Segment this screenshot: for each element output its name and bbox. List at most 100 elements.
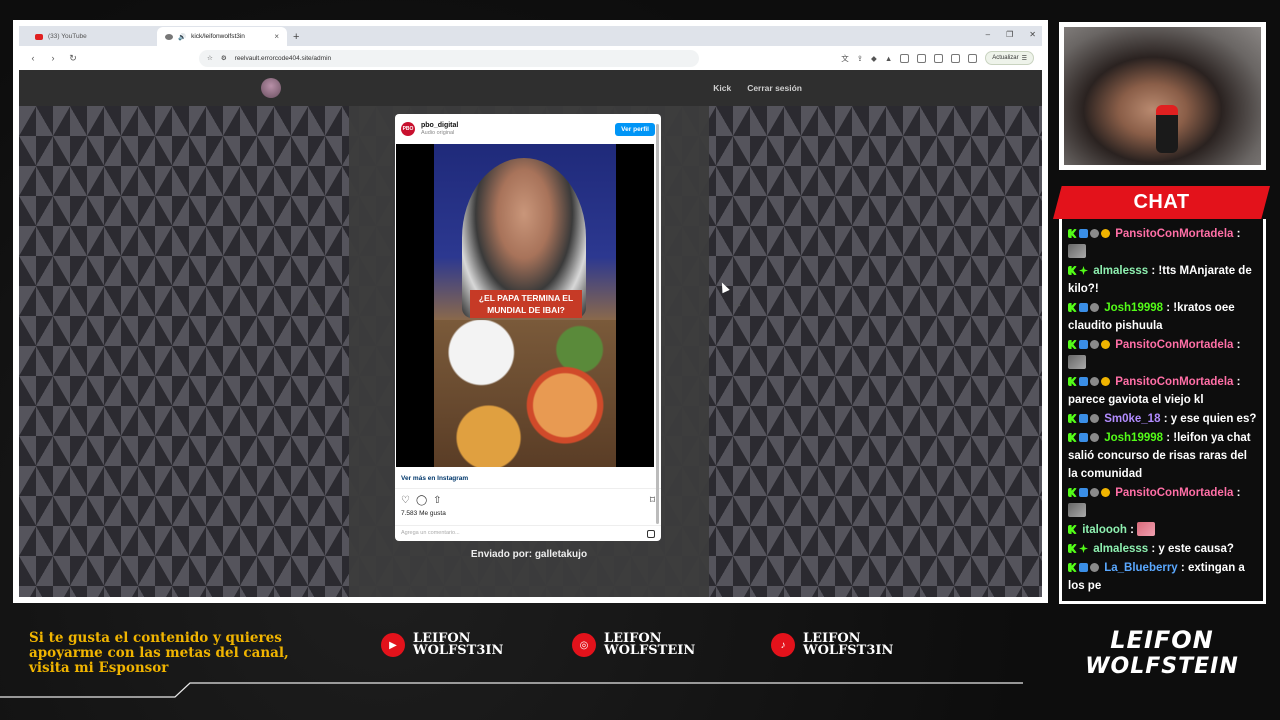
ig-user-block: pbo_digital Audio original <box>421 122 458 136</box>
browser-toolbar: ‹ › ↻ ☆ ⚙ reelvault.errorcode404.site/ad… <box>19 46 1042 70</box>
instagram-logo-icon[interactable] <box>647 530 655 538</box>
address-bar[interactable]: ☆ ⚙ reelvault.errorcode404.site/admin <box>199 49 699 67</box>
ig-header: PBO pbo_digital Audio original Ver perfi… <box>395 114 661 144</box>
chat-username[interactable]: Josh19998 <box>1104 432 1163 444</box>
social-line2: WOLFST3IN <box>413 643 504 658</box>
ig-avatar[interactable]: PBO <box>401 122 415 136</box>
update-button[interactable]: Actualizar ☰ <box>985 51 1034 65</box>
site-logo-avatar[interactable] <box>261 78 281 98</box>
emote-icon <box>1137 522 1156 536</box>
social-label: LEIFON WOLFST3IN <box>803 632 913 657</box>
prev-arrow-icon[interactable]: ← <box>311 296 323 310</box>
youtube-icon: ▶ <box>381 633 405 657</box>
sidebar-icon[interactable] <box>951 53 961 63</box>
translate-icon[interactable]: 文 <box>841 53 849 64</box>
extension-icon[interactable] <box>917 53 927 63</box>
view-profile-button[interactable]: Ver perfil <box>615 122 655 136</box>
logo-line1: LEIFON <box>1110 626 1214 654</box>
kick-favicon-icon <box>165 33 173 40</box>
kick-badge-icon <box>1068 340 1077 349</box>
back-icon[interactable]: ‹ <box>27 53 39 63</box>
sub-badge-icon <box>1090 303 1099 312</box>
chat-message: Sm0ke_18 : y ese quien es? <box>1068 410 1257 428</box>
social-label: LEIFON WOLFST3IN <box>413 632 523 658</box>
comment-placeholder: Agrega un comentario... <box>401 530 460 536</box>
kick-badge-icon <box>1068 266 1077 275</box>
chat-username[interactable]: PansitoConMortadela <box>1115 487 1233 499</box>
chat-username[interactable]: Sm0ke_18 <box>1104 413 1160 425</box>
restore-icon[interactable]: ❐ <box>1006 30 1013 39</box>
kick-badge-icon <box>1068 229 1077 238</box>
chat-text: : <box>1130 524 1134 536</box>
verified-badge-icon <box>1079 340 1088 349</box>
verified-badge-icon <box>1079 303 1088 312</box>
next-arrow-icon[interactable]: → <box>731 296 743 310</box>
kick-badge-icon <box>1068 377 1077 386</box>
menu-icon: ☰ <box>1021 55 1027 62</box>
emote-icon <box>1068 355 1086 369</box>
ig-video[interactable]: ¿EL PAPA TERMINA EL MUNDIAL DE IBAI? <box>396 144 654 467</box>
share-icon[interactable]: ⇧ <box>433 495 441 506</box>
sub-badge-icon <box>1090 414 1099 423</box>
comment-field[interactable]: Agrega un comentario... <box>395 525 661 541</box>
video-caption: ¿EL PAPA TERMINA EL MUNDIAL DE IBAI? <box>470 290 582 318</box>
emote-icon <box>1068 503 1086 517</box>
chat-username[interactable]: italoooh <box>1082 524 1127 536</box>
tab-strip: (33) YouTube 🔊 kick/leifonwolfst3in × + … <box>19 26 1042 46</box>
like-icon[interactable]: ♡ <box>401 495 410 506</box>
ig-username[interactable]: pbo_digital <box>421 122 458 130</box>
chat-username[interactable]: PansitoConMortadela <box>1115 228 1233 240</box>
forward-icon[interactable]: › <box>47 53 59 63</box>
chat-username[interactable]: almalesss <box>1093 265 1148 277</box>
video-food <box>434 320 616 467</box>
brave-rewards-icon[interactable]: ▲ <box>885 54 892 63</box>
embed-scrollbar[interactable] <box>656 124 659 524</box>
brave-shield-icon[interactable]: ◆ <box>871 54 877 63</box>
extension-icon[interactable] <box>934 53 944 63</box>
gifter-badge-icon <box>1101 229 1110 238</box>
chat-username[interactable]: La_Blueberry <box>1104 562 1178 574</box>
update-label: Actualizar <box>992 55 1019 61</box>
sub-badge-icon <box>1090 563 1099 572</box>
close-window-icon[interactable]: ✕ <box>1029 30 1036 39</box>
sub-badge-icon <box>1090 433 1099 442</box>
footer-divider <box>0 682 1023 698</box>
logo-line2: WOLFSTEIN <box>1085 654 1239 679</box>
site-header: Kick Cerrar sesión <box>19 70 1042 106</box>
nav-kick-link[interactable]: Kick <box>713 83 731 93</box>
chat-username[interactable]: Josh19998 <box>1104 302 1163 314</box>
reload-icon[interactable]: ↻ <box>67 53 79 64</box>
bookmark-icon[interactable]: ☆ <box>207 54 213 62</box>
social-instagram: ◎ LEIFON WOLFSTEIN <box>572 632 714 657</box>
comment-icon[interactable]: ◯ <box>416 495 427 506</box>
chat-message: italoooh : <box>1068 521 1257 539</box>
extension-icon[interactable] <box>900 53 910 63</box>
share-icon[interactable]: ⇪ <box>857 54 863 63</box>
tab-kick[interactable]: 🔊 kick/leifonwolfst3in × <box>157 27 287 46</box>
minimize-icon[interactable]: – <box>986 30 990 39</box>
chat-username[interactable]: PansitoConMortadela <box>1115 339 1233 351</box>
kick-badge-icon <box>1068 414 1077 423</box>
speaker-icon: 🔊 <box>178 33 187 41</box>
chat-title: CHAT <box>1053 186 1270 219</box>
microphone <box>1156 105 1178 153</box>
instagram-icon: ◎ <box>572 633 596 657</box>
verified-badge-icon <box>1079 229 1088 238</box>
new-tab-button[interactable]: + <box>287 31 305 46</box>
chat-username[interactable]: almalesss <box>1093 543 1148 555</box>
tab-youtube[interactable]: (33) YouTube <box>27 27 157 46</box>
logout-link[interactable]: Cerrar sesión <box>747 83 802 93</box>
instagram-embed: PBO pbo_digital Audio original Ver perfi… <box>395 114 661 541</box>
close-tab-icon[interactable]: × <box>274 32 279 41</box>
wallet-icon[interactable] <box>968 53 978 63</box>
sub-badge-icon <box>1090 488 1099 497</box>
site-info-icon[interactable]: ⚙ <box>221 54 227 62</box>
chat-text: : y este causa? <box>1151 543 1234 555</box>
social-tiktok: ♪ LEIFON WOLFST3IN <box>771 632 913 657</box>
save-icon[interactable]: ⌑ <box>650 495 655 506</box>
video-frame: ¿EL PAPA TERMINA EL MUNDIAL DE IBAI? <box>434 144 616 467</box>
chat-username[interactable]: PansitoConMortadela <box>1115 376 1233 388</box>
sub-badge-icon <box>1090 377 1099 386</box>
view-more-link[interactable]: Ver más en Instagram <box>395 467 661 489</box>
webcam-feed <box>1064 27 1261 165</box>
